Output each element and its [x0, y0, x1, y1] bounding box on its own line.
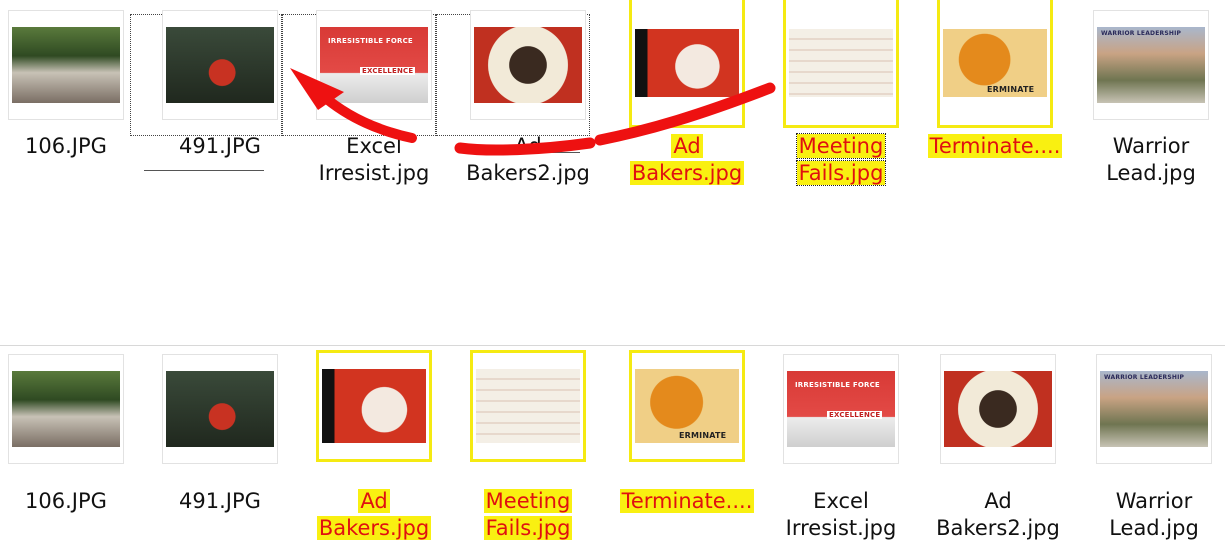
file-name: Terminate....	[619, 489, 755, 513]
file-name-line1: Meeting	[795, 133, 887, 159]
thumbnail[interactable]	[8, 10, 124, 120]
thumbnail-text: ERMINATE	[679, 431, 727, 440]
file-name-line2: Bakers2.jpg	[466, 161, 590, 185]
file-name: Terminate....	[927, 134, 1063, 158]
file-name-line2: Bakers.jpg	[629, 161, 745, 185]
file-name-line1: Ad	[671, 134, 703, 158]
file-name-line1: Meeting	[483, 489, 573, 513]
file-name-line1: Warrior	[1115, 489, 1193, 513]
thumbnail-selected[interactable]	[470, 350, 586, 462]
thumbnail[interactable]	[162, 10, 278, 120]
file-name: 491.JPG	[179, 134, 261, 158]
thumbnail-text: EXCELLENCE	[827, 411, 883, 419]
thumbnail-selected[interactable]	[783, 0, 899, 128]
file-grid-before: 106.JPG 491.JPG IRRESISTIBLE FORCE EXCEL…	[0, 0, 1225, 200]
drag-caption-ghost	[144, 170, 264, 171]
file-grid-after: 106.JPG 491.JPG Ad Bakers.jpg Meeting Fa…	[0, 345, 1225, 540]
file-name-line1: Ad	[514, 134, 542, 158]
file-name-line2: Irresist.jpg	[318, 161, 430, 185]
thumbnail-selected[interactable]	[629, 0, 745, 128]
file-name-line1: Ad	[984, 489, 1012, 513]
thumbnail-selected[interactable]: ERMINATE	[629, 350, 745, 462]
thumbnail-text: ERMINATE	[987, 85, 1035, 94]
thumbnail-selected[interactable]: ERMINATE	[937, 0, 1053, 128]
thumbnail-text: IRRESISTIBLE FORCE	[795, 381, 880, 389]
thumbnail[interactable]: IRRESISTIBLE FORCE EXCELLENCE	[783, 354, 899, 464]
thumbnail[interactable]: IRRESISTIBLE FORCE EXCELLENCE	[316, 10, 432, 120]
thumbnail-selected[interactable]	[316, 350, 432, 462]
file-name-line2: Lead.jpg	[1109, 516, 1199, 540]
file-name-line2: Fails.jpg	[483, 516, 573, 540]
file-name-line1: Warrior	[1112, 134, 1190, 158]
thumbnail[interactable]	[940, 354, 1056, 464]
file-name: 491.JPG	[179, 489, 261, 513]
file-name-line2: Bakers2.jpg	[936, 516, 1060, 540]
file-name: 106.JPG	[25, 489, 107, 513]
thumbnail-text: EXCELLENCE	[360, 67, 416, 75]
thumbnail[interactable]	[8, 354, 124, 464]
file-name-line2: Lead.jpg	[1106, 161, 1196, 185]
thumbnail[interactable]	[162, 354, 278, 464]
thumbnail[interactable]: WARRIOR LEADERSHIP	[1096, 354, 1212, 464]
thumbnail-text: WARRIOR LEADERSHIP	[1104, 374, 1185, 381]
file-name-line2: Irresist.jpg	[785, 516, 897, 540]
file-name-line1: Excel	[813, 489, 869, 513]
file-name-line2: Fails.jpg	[795, 160, 887, 186]
thumbnail-text: WARRIOR LEADERSHIP	[1101, 30, 1182, 37]
thumbnail-text: IRRESISTIBLE FORCE	[328, 37, 413, 45]
thumbnail[interactable]	[470, 10, 586, 120]
file-name: 106.JPG	[25, 134, 107, 158]
file-name-line1: Ad	[358, 489, 390, 513]
drag-caption-ghost	[460, 152, 580, 153]
file-name-line2: Bakers.jpg	[316, 516, 432, 540]
thumbnail[interactable]: WARRIOR LEADERSHIP	[1093, 10, 1209, 120]
file-name-line1: Excel	[346, 134, 402, 158]
